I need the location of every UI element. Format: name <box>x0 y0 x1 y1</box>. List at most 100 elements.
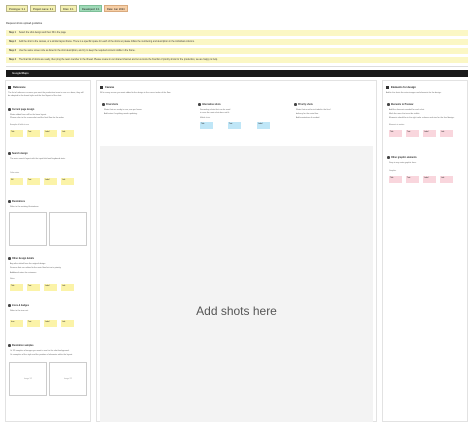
swatch-note[interactable]: Text <box>27 178 40 185</box>
swatch-note[interactable]: Label <box>44 130 57 137</box>
section-line: Refer to the existing illustrations. <box>10 206 39 208</box>
section-divider <box>6 66 468 67</box>
section-title-text: Search design <box>12 152 28 155</box>
bullet-icon <box>8 108 11 111</box>
section-line: Or 3D samples of images you want to use … <box>10 350 70 352</box>
column-title-text: Alternative shots <box>202 103 221 106</box>
swatch-note[interactable]: Label <box>44 320 57 327</box>
swatch-note[interactable]: Text <box>228 122 241 129</box>
step-number: Step 2 <box>9 41 16 43</box>
image-placeholder[interactable] <box>9 212 47 246</box>
step-text: Use the same screen size as listed in th… <box>18 50 136 52</box>
bullet-icon <box>8 152 11 155</box>
chip-date[interactable]: Date: Jan 2024 <box>104 5 128 12</box>
section-line: Screens that are related to the main flo… <box>10 267 62 269</box>
elements-panel-title: Elements for design <box>386 86 416 89</box>
image-placeholder[interactable] <box>49 212 87 246</box>
image-placeholder[interactable]: Image 2/2 <box>49 362 87 396</box>
section-title: Current page design <box>8 108 34 111</box>
reference-panel-description: The list of reference screens you want t… <box>8 92 84 97</box>
placeholder-label: Image 1/2 <box>24 378 32 380</box>
swatch-note[interactable]: Text <box>406 176 419 183</box>
chip-developed[interactable]: Developed: 3.1 <box>79 5 103 12</box>
column-line: Shots that must be included in the final <box>296 109 331 111</box>
swatch-note[interactable]: Fill <box>10 178 23 185</box>
bullet-icon <box>387 156 390 159</box>
column-line: Shots that are ready to use; one per fra… <box>104 109 143 111</box>
section-title: Elements to Preview <box>387 103 413 106</box>
section-title-text: Icons & badges <box>12 304 29 307</box>
swatch-note[interactable]: Title <box>10 130 23 137</box>
section-line: Refer to the icon set. <box>10 310 29 312</box>
swatch-note[interactable]: Text <box>27 130 40 137</box>
swatch-note[interactable]: Link <box>440 130 453 137</box>
section-line: Elements should be in the right color sc… <box>389 117 455 119</box>
chip-prototype[interactable]: Prototype: 3.1 <box>6 5 29 12</box>
step-row: Step 2 Add the shot to the canvas, or a s… <box>6 39 468 45</box>
swatch-note[interactable]: Label <box>423 130 436 137</box>
swatch-note[interactable]: Label <box>44 178 57 185</box>
swatch-note[interactable]: Text <box>406 130 419 137</box>
section-title-text: Illustrations <box>12 200 26 203</box>
swatch-note[interactable]: Label <box>257 122 270 129</box>
section-subtitle: Example of fields to use <box>10 124 30 126</box>
section-line: Drop in any extra graphic here. <box>389 162 417 164</box>
swatch-note[interactable]: Link <box>61 284 74 291</box>
section-line: Please refer to the screenshot and the f… <box>10 117 65 119</box>
column-title: Alternative shots <box>198 103 221 106</box>
swatch-note[interactable]: Text <box>27 320 40 327</box>
chip-project-name[interactable]: Project name: 3.1 <box>30 5 57 12</box>
section-title-text: Other design details <box>12 257 35 260</box>
section-title-text: Other graphic elements <box>391 156 417 159</box>
section-title-text: Elements to Preview <box>391 103 414 106</box>
bullet-icon <box>8 344 11 347</box>
swatch-note[interactable]: Text <box>27 284 40 291</box>
chip-files[interactable]: Files: 3.1 <box>60 5 77 12</box>
section-subtitle: Elements in motion <box>389 124 405 126</box>
step-row: Step 1 Select the shot design and then fi… <box>6 30 468 36</box>
swatch-note[interactable]: Label <box>423 176 436 183</box>
shots-drop-zone[interactable]: Add shots here <box>100 146 373 422</box>
canvas-panel-description: Fill in every screen you want added to t… <box>100 92 171 94</box>
panel-title-text: Reference <box>13 86 26 90</box>
section-subtitle: Color notes <box>10 172 20 174</box>
canvas-panel-title: Canvas <box>100 86 114 89</box>
swatch-note[interactable]: Link <box>61 320 74 327</box>
column-title: Final shots <box>102 103 118 106</box>
section-line: Or examples of the style and the positio… <box>10 354 73 356</box>
image-placeholder[interactable]: Image 1/2 <box>9 362 47 396</box>
intro-heading: Request shots upload guideline <box>6 22 43 25</box>
step-number: Step 3 <box>9 50 16 52</box>
bullet-icon <box>294 103 297 106</box>
drop-zone-label: Add shots here <box>196 304 277 318</box>
section-title: Search design <box>8 152 28 155</box>
section-title-text: Illustration samples <box>12 344 34 347</box>
step-number: Step 1 <box>9 32 16 34</box>
step-row: Step 4 The final list of shots are ready,… <box>6 57 468 63</box>
swatch-note[interactable]: Icon <box>10 320 23 327</box>
section-line: The main search layout with the input fi… <box>10 158 66 160</box>
step-number: Step 4 <box>9 59 16 61</box>
swatch-note[interactable]: Link <box>61 178 74 185</box>
section-title: Illustration samples <box>8 344 34 347</box>
panel-number-icon <box>8 86 11 89</box>
placeholder-label: Image 2/2 <box>64 378 72 380</box>
section-line: Mark the ones that must be visible. <box>389 113 420 115</box>
swatch-note[interactable]: Link <box>440 176 453 183</box>
swatch-note[interactable]: Title <box>200 122 213 129</box>
step-text: Select the shot design and then fill in … <box>18 32 66 34</box>
bullet-icon <box>8 257 11 260</box>
section-title: Other design details <box>8 257 34 260</box>
swatch-note[interactable]: Title <box>389 130 402 137</box>
section-title: Illustrations <box>8 200 25 203</box>
swatch-note[interactable]: Label <box>44 284 57 291</box>
panel-number-icon <box>100 86 103 89</box>
swatch-note[interactable]: Link <box>61 130 74 137</box>
section-title: Icons & badges <box>8 304 29 307</box>
swatch-note[interactable]: Title <box>10 284 23 291</box>
reference-panel-title: Reference <box>8 86 26 89</box>
column-title-text: Final shots <box>106 103 119 106</box>
page-title-bar[interactable]: Google/Maps <box>6 70 468 77</box>
column-title-text: Priority shots <box>298 103 313 106</box>
swatch-note[interactable]: Title <box>389 176 402 183</box>
